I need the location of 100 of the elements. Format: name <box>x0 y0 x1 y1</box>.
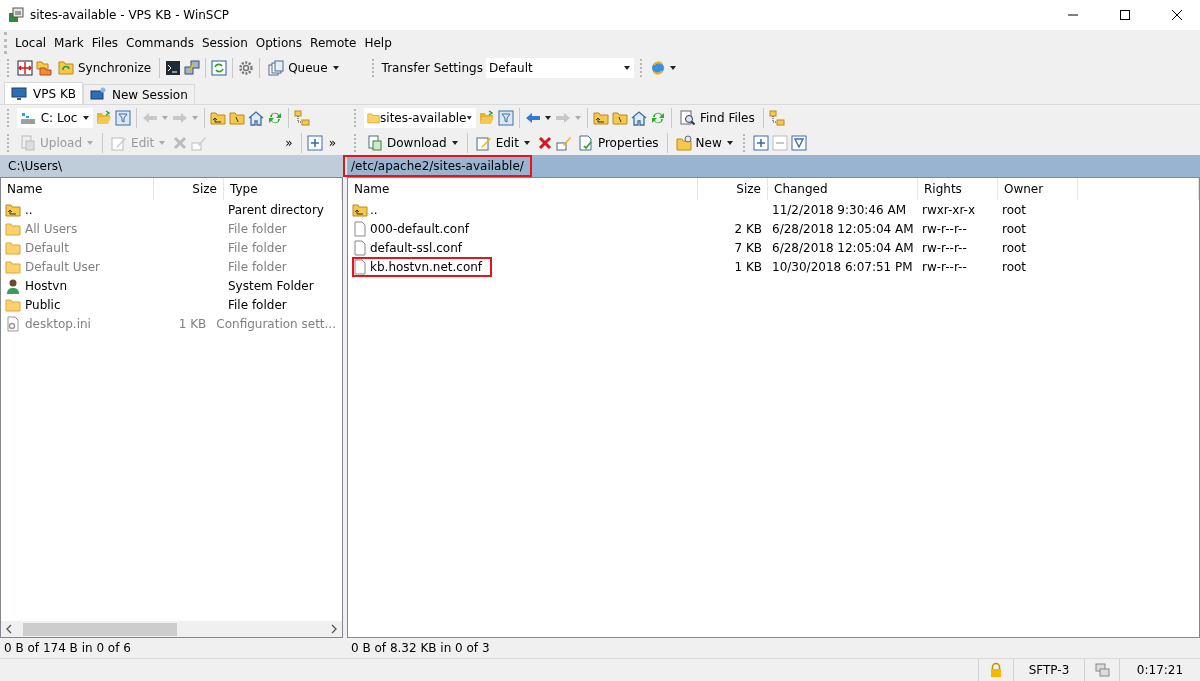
queue-button[interactable]: Queue <box>265 58 343 78</box>
edit-button[interactable]: Edit <box>472 132 534 153</box>
select-icon[interactable] <box>306 134 323 151</box>
protocol-label: SFTP-3 <box>1013 659 1084 681</box>
properties-icon[interactable] <box>577 134 594 151</box>
menu-item[interactable]: Local <box>11 36 51 50</box>
filter-icon[interactable] <box>115 109 131 126</box>
file-name[interactable]: desktop.ini <box>1 315 146 332</box>
tree-icon[interactable] <box>294 109 310 126</box>
scrollbar-thumb[interactable] <box>23 622 177 636</box>
folder-up-icon[interactable] <box>593 109 609 126</box>
caret-icon[interactable] <box>544 113 552 122</box>
file-name[interactable]: Default User <box>1 258 154 275</box>
file-name[interactable]: kb.hostvn.net.conf <box>352 256 493 277</box>
queue-icon[interactable] <box>268 60 285 76</box>
folder-dropdown[interactable]: sites-available <box>364 107 476 128</box>
folder-sync-icon[interactable] <box>58 60 74 76</box>
properties-button[interactable]: Properties <box>574 132 662 153</box>
file-name[interactable]: All Users <box>1 220 154 237</box>
file-name[interactable]: 000-default.conf <box>352 218 480 239</box>
tree-icon[interactable] <box>768 109 785 126</box>
menu-item[interactable]: Options <box>251 36 307 50</box>
caret-icon[interactable] <box>622 64 631 72</box>
synchronize-button[interactable]: Synchronize <box>55 58 155 78</box>
menu-item[interactable]: Session <box>198 36 252 50</box>
folder-root-icon[interactable] <box>612 109 628 126</box>
column-header[interactable]: Name <box>1 178 154 200</box>
home-icon[interactable] <box>631 109 647 126</box>
transfer-settings-label: Transfer Settings <box>381 61 483 75</box>
new-folder-icon[interactable] <box>675 134 692 151</box>
download-icon[interactable] <box>367 134 383 151</box>
home-icon[interactable] <box>248 109 264 126</box>
delete-icon[interactable] <box>536 134 553 151</box>
column-header[interactable]: Owner <box>998 178 1078 200</box>
caret-icon[interactable] <box>450 138 459 147</box>
delete-icon <box>172 134 189 151</box>
new-session-icon[interactable] <box>90 86 106 103</box>
scroll-left-icon[interactable] <box>5 624 13 634</box>
folder-up-icon[interactable] <box>210 109 226 126</box>
file-name[interactable]: Default <box>1 239 154 256</box>
scroll-right-icon[interactable] <box>330 624 338 634</box>
file-name[interactable]: .. <box>352 199 388 220</box>
settings-icon[interactable] <box>238 60 255 76</box>
file-type: File folder <box>228 221 287 236</box>
rename-icon <box>191 134 208 151</box>
caret-icon[interactable] <box>331 64 340 72</box>
file-name[interactable]: default-ssl.conf <box>352 237 472 258</box>
folder-root-icon[interactable] <box>229 109 245 126</box>
permissions: rw-r--r-- <box>922 240 967 255</box>
menu-item[interactable]: Mark <box>50 36 88 50</box>
caret-icon[interactable] <box>668 64 677 72</box>
file-size: 1 KB <box>178 316 207 331</box>
new-folder-button[interactable]: New <box>672 132 737 153</box>
folders-icon[interactable] <box>36 60 52 76</box>
rename-icon[interactable] <box>555 134 572 151</box>
menu-item[interactable]: Help <box>360 36 396 50</box>
more-tools-button[interactable]: » <box>282 133 296 152</box>
column-header[interactable]: Changed <box>768 178 918 200</box>
caret-icon[interactable] <box>82 113 90 122</box>
file-name[interactable]: .. <box>1 201 154 218</box>
caret-icon[interactable] <box>522 138 531 147</box>
select-icon[interactable] <box>752 134 769 151</box>
find-files-button[interactable]: Find Files <box>677 107 758 128</box>
column-header[interactable]: Name <box>348 178 698 200</box>
caret-icon[interactable] <box>725 138 734 147</box>
session-tab[interactable]: New Session <box>83 84 195 104</box>
column-header[interactable]: Type <box>224 178 342 200</box>
menu-item[interactable]: Remote <box>306 36 361 50</box>
synchronized-browsing-icon[interactable] <box>211 60 228 76</box>
close-icon[interactable] <box>1171 9 1183 21</box>
search-icon[interactable] <box>680 109 696 126</box>
owner: root <box>1002 259 1027 274</box>
terminal-icon[interactable] <box>165 60 182 76</box>
download-button[interactable]: Download <box>364 132 462 153</box>
user-icon <box>5 277 21 294</box>
column-header[interactable]: Size <box>154 178 224 200</box>
more-tools-button[interactable]: » <box>325 133 339 152</box>
window-title: sites-available - VPS KB - WinSCP <box>30 8 231 22</box>
computers-icon[interactable] <box>184 60 201 76</box>
open-folder-icon[interactable] <box>96 109 112 126</box>
compare-icon[interactable] <box>17 60 33 76</box>
session-tab[interactable]: VPS KB <box>4 82 83 104</box>
transfer-settings-dropdown[interactable]: Default <box>485 58 634 78</box>
maximize-icon[interactable] <box>1119 9 1131 21</box>
modified-date: 11/2/2018 9:30:46 AM <box>772 202 906 217</box>
edit-icon[interactable] <box>475 134 492 151</box>
folder-up-icon <box>352 201 368 218</box>
menu-item[interactable]: Files <box>87 36 123 50</box>
open-folder-icon[interactable] <box>479 109 495 126</box>
invert-selection-icon[interactable] <box>790 134 807 151</box>
column-header[interactable]: Size <box>698 178 768 200</box>
filter-icon[interactable] <box>498 109 514 126</box>
file-name[interactable]: Public <box>1 296 154 313</box>
column-header[interactable]: Rights <box>918 178 998 200</box>
monitor-icon[interactable] <box>11 85 27 102</box>
drive-dropdown[interactable]: C: Loc <box>17 107 93 128</box>
menu-item[interactable]: Commands <box>122 36 198 50</box>
caret-icon[interactable] <box>466 113 473 122</box>
lock-icon <box>988 662 1004 678</box>
file-name[interactable]: Hostvn <box>1 277 154 294</box>
